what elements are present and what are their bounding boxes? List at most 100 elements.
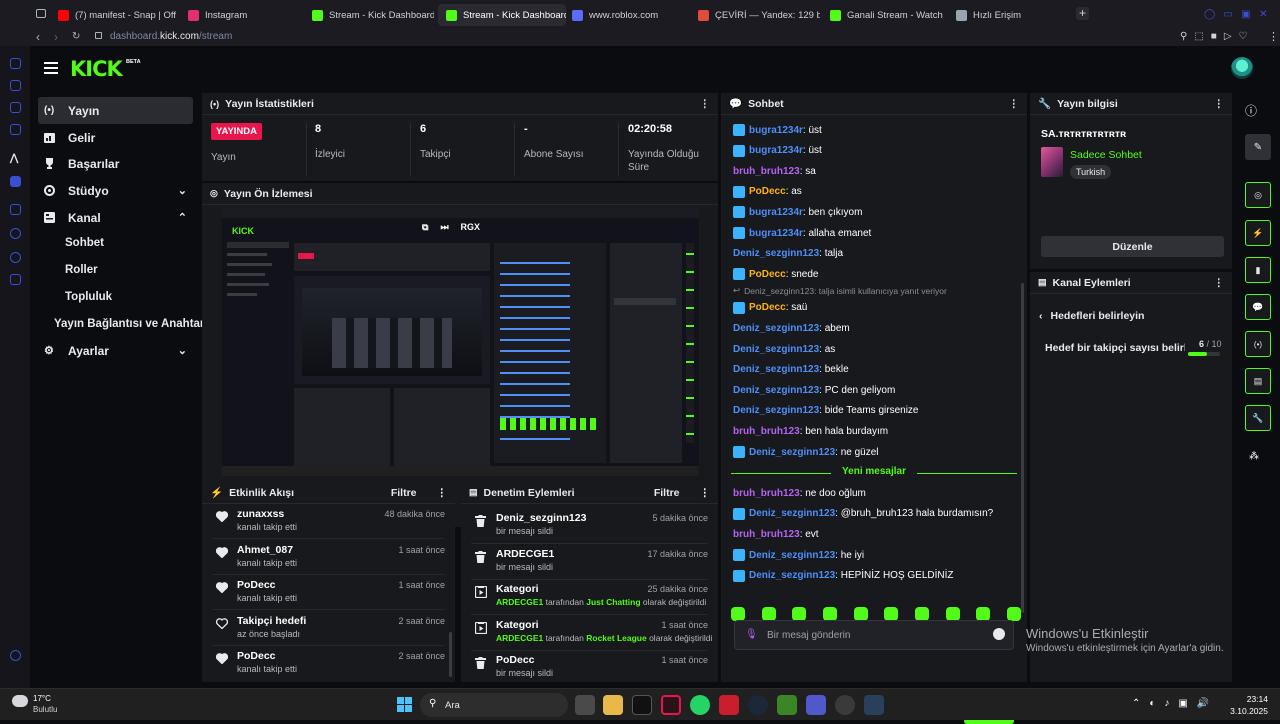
sidebar-subitem-stream-key[interactable]: Yayın Bağlantısı ve Anahtarı (54, 318, 208, 330)
more-icon[interactable]: ⋮ (1214, 277, 1225, 289)
weather-icon[interactable] (12, 695, 28, 707)
sidebar-settings-icon[interactable] (10, 650, 21, 661)
sidebar-app-icon[interactable] (10, 58, 21, 69)
add-widget-icon[interactable]: ⁂ (1249, 451, 1259, 462)
sidebar-item-kanal[interactable]: Kanal ⌃ (38, 204, 193, 231)
hamburger-icon[interactable] (44, 62, 58, 74)
taskbar-search[interactable]: ⚲ Ara (420, 693, 568, 717)
popout-icon[interactable]: ⧉ (422, 222, 428, 233)
twitch-sidebar-icon[interactable] (10, 176, 21, 187)
filter-button[interactable]: Filtre (391, 487, 417, 499)
preview-overlay-controls[interactable]: ⧉ ⏭ RGX (422, 218, 500, 236)
sidebar-app-icon[interactable] (10, 80, 21, 91)
menu-icon[interactable]: ⋮ (1268, 30, 1279, 43)
sidebar-item-ayarlar[interactable]: ⚙ Ayarlar ⌄ (38, 337, 193, 364)
chat-scrollbar[interactable] (1021, 283, 1024, 613)
filter-button[interactable]: Filtre (654, 487, 680, 499)
weather-temp[interactable]: 17°C (33, 694, 51, 703)
edit-layout-icon[interactable]: ✎ (1245, 134, 1271, 160)
opera-gx-icon[interactable] (661, 695, 681, 715)
chat-username[interactable]: Deniz_sezginn123 (733, 323, 819, 334)
chat-username[interactable]: PoDecc (749, 302, 786, 313)
emoji-icon[interactable] (993, 628, 1005, 640)
chat-input[interactable]: 🎙 Bir mesaj gönderin (734, 620, 1014, 650)
quick-action-icon[interactable]: ◎ (1245, 182, 1271, 208)
sidebar-app-icon[interactable] (10, 228, 21, 239)
back-to-goals[interactable]: ‹ Hedefleri belirleyin (1039, 310, 1144, 322)
browser-tab[interactable]: Ganali Stream - Watch Liv (822, 4, 946, 26)
broadcast-action-icon[interactable]: (•) (1245, 331, 1271, 357)
edit-button[interactable]: Düzenle (1041, 236, 1224, 257)
steam-secondary-icon[interactable] (864, 695, 884, 715)
start-button[interactable] (397, 697, 412, 712)
emote-icon[interactable] (976, 607, 991, 621)
app-icon[interactable] (835, 695, 855, 715)
chat-username[interactable]: bruh_bruh123 (733, 166, 800, 177)
chat-username[interactable]: Deniz_sezginn123 (749, 508, 835, 519)
category-label[interactable]: Sadece Sohbet (1070, 149, 1142, 161)
browser-tab[interactable]: www.roblox.com (564, 4, 690, 26)
wrench-action-icon[interactable]: 🔧 (1245, 405, 1271, 431)
stream-preview-video[interactable]: KICK ⧉ ⏭ RGX (222, 208, 699, 476)
browser-tab[interactable]: (7) manifest - Snap | Offic (50, 4, 176, 26)
sidebar-item-yayin[interactable]: (•) Yayın (38, 97, 193, 124)
browser-tab[interactable]: Stream - Kick Dashboard (438, 4, 566, 26)
sidebar-item-basarilar[interactable]: Başarılar (38, 150, 193, 177)
more-icon[interactable]: ⋮ (700, 487, 711, 499)
chat-username[interactable]: PoDecc (749, 186, 786, 197)
moderation-actor[interactable]: ARDECGE1 (496, 597, 543, 607)
sidebar-app-icon[interactable] (10, 252, 21, 263)
minecraft-icon[interactable] (777, 695, 797, 715)
document-icon[interactable]: ▮ (1245, 257, 1271, 283)
steam-icon[interactable] (748, 695, 768, 715)
emote-icon[interactable] (853, 607, 868, 621)
sidebar-item-gelir[interactable]: Gelir (38, 124, 193, 151)
tab-overview-icon[interactable] (36, 9, 46, 18)
forward-icon[interactable]: › (54, 30, 58, 44)
browser-tab[interactable]: ÇEVİRİ — Yandex: 129 bi (690, 4, 820, 26)
chat-username[interactable]: Deniz_sezginn123 (733, 364, 819, 375)
sidebar-subitem-roller[interactable]: Roller (65, 264, 98, 276)
channel-action-icon[interactable]: ▤ (1245, 368, 1271, 394)
chat-username[interactable]: Deniz_sezginn123 (733, 248, 819, 259)
moderation-actor[interactable]: ARDECGE1 (496, 633, 543, 643)
chat-username[interactable]: bruh_bruh123 (733, 529, 800, 540)
sidebar-subitem-topluluk[interactable]: Topluluk (65, 291, 112, 303)
chat-username[interactable]: Deniz_sezginn123 (733, 405, 819, 416)
emote-icon[interactable] (1006, 607, 1021, 621)
kick-sidebar-icon[interactable]: ⋀ (10, 153, 18, 164)
chat-username[interactable]: bugra1234r (749, 228, 803, 239)
avatar[interactable] (1231, 57, 1253, 79)
sidebar-app-icon[interactable] (10, 102, 21, 113)
chat-username[interactable]: Deniz_sezginn123 (749, 447, 835, 458)
chat-username[interactable]: bruh_bruh123 (733, 426, 800, 437)
app-icon[interactable] (719, 695, 739, 715)
browser-toolbar-icons[interactable]: ⚲⬚■▷♡ (1180, 31, 1254, 42)
emote-icon[interactable] (761, 607, 776, 621)
moderation-target[interactable]: Just Chatting (586, 597, 640, 607)
task-view-icon[interactable] (575, 695, 595, 715)
emote-icon[interactable] (731, 607, 745, 621)
emote-icon[interactable] (884, 607, 899, 621)
skip-icon[interactable]: ⏭ (440, 222, 448, 233)
emote-icon[interactable] (945, 607, 960, 621)
chat-action-icon[interactable]: 💬 (1245, 294, 1271, 320)
chat-username[interactable]: Deniz_sezginn123 (733, 344, 819, 355)
activity-scrollbar[interactable] (449, 632, 452, 677)
sidebar-app-icon[interactable] (10, 204, 21, 215)
file-explorer-icon[interactable] (603, 695, 623, 715)
system-tray-icons[interactable]: ⌃◐♪▣🔊 (1132, 698, 1218, 709)
more-icon[interactable]: ⋮ (1214, 98, 1225, 110)
whatsapp-icon[interactable] (690, 695, 710, 715)
clock-time[interactable]: 23:14 (1240, 694, 1268, 704)
browser-tab[interactable]: Stream - Kick Dashboard (304, 4, 434, 26)
chat-username[interactable]: bugra1234r (749, 125, 803, 136)
chat-username[interactable]: bruh_bruh123 (733, 488, 800, 499)
chat-username[interactable]: Deniz_sezginn123 (749, 570, 835, 581)
kick-logo[interactable]: KICK (70, 57, 123, 81)
more-icon[interactable]: ⋮ (700, 98, 711, 110)
moderation-target[interactable]: Rocket League (586, 633, 646, 643)
chat-username[interactable]: bugra1234r (749, 145, 803, 156)
reload-icon[interactable]: ↻ (72, 31, 80, 42)
emote-icon[interactable] (792, 607, 807, 621)
